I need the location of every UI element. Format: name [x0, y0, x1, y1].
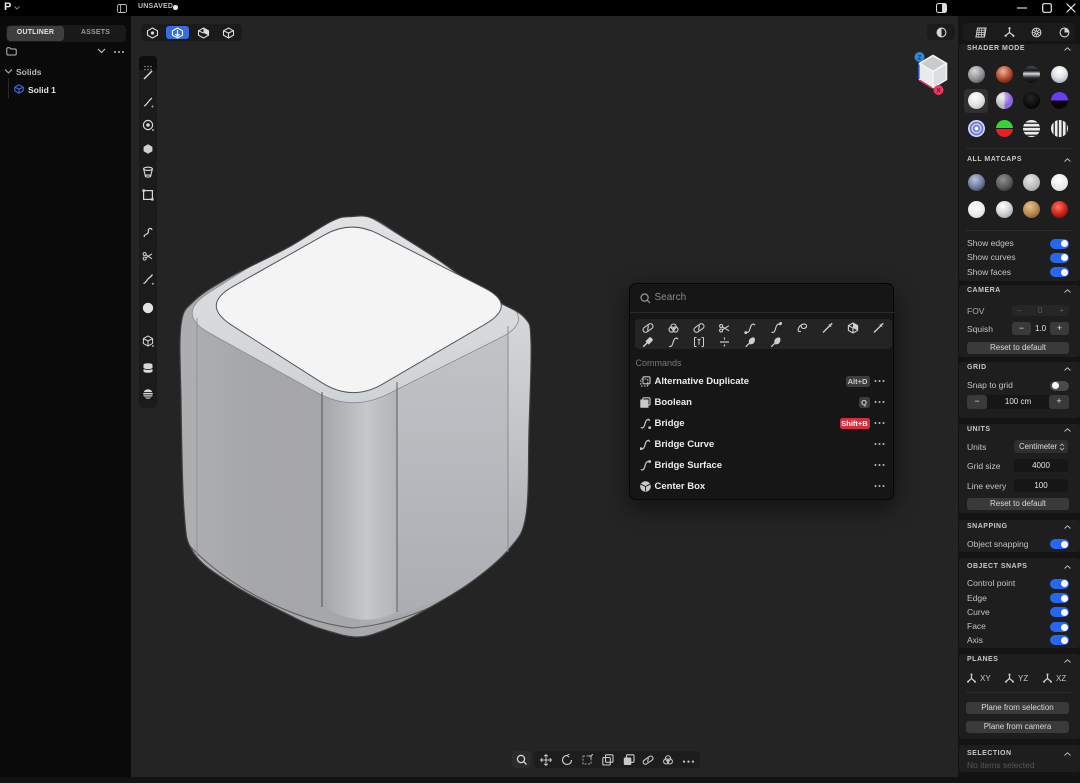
svg-text:Z: Z: [918, 54, 922, 61]
svg-text:X: X: [936, 87, 941, 94]
